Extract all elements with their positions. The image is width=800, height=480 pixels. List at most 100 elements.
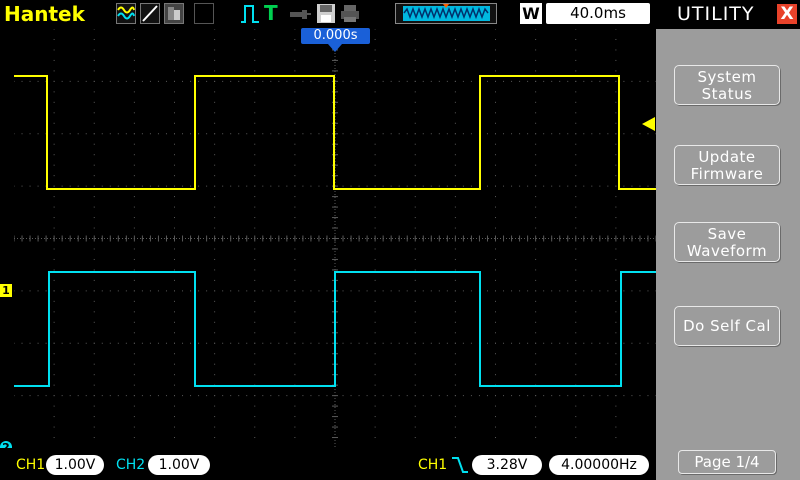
grid-dot <box>486 80 488 82</box>
grid-dot <box>454 28 456 30</box>
grid-dot <box>254 217 256 219</box>
grid-dot <box>615 248 617 250</box>
grid-dot <box>414 248 416 250</box>
grid-dot <box>486 395 488 397</box>
grid-dot <box>93 206 95 208</box>
grid-dot <box>294 217 296 219</box>
grid-dot <box>214 143 216 145</box>
grid-dot <box>270 133 272 135</box>
grid-dot <box>495 206 496 208</box>
close-icon[interactable]: X <box>777 4 797 24</box>
grid-dot <box>535 437 537 439</box>
memory-position-bar[interactable] <box>395 3 497 24</box>
trigger-level-value[interactable]: 3.28V <box>472 455 542 475</box>
grid-dot <box>414 49 416 51</box>
update-firmware-button[interactable]: Update Firmware <box>674 145 780 185</box>
trigger-level-marker[interactable] <box>642 117 655 131</box>
grid-dot <box>583 290 585 292</box>
grid-dot <box>615 185 617 187</box>
grid-dot <box>93 269 95 271</box>
grid-dot <box>631 342 633 344</box>
grid-dot <box>543 185 545 187</box>
grid-dot <box>495 59 496 61</box>
grid-dot <box>214 59 216 61</box>
grid-dot <box>575 321 577 323</box>
grid-dot <box>454 290 456 292</box>
grid-dot <box>278 133 280 135</box>
zoom-window-indicator[interactable]: W <box>520 3 542 24</box>
grid-dot <box>165 342 167 344</box>
grid-dot <box>631 80 633 82</box>
grid-dot <box>374 80 376 82</box>
grid-dot <box>53 70 55 72</box>
grid-dot <box>294 38 296 40</box>
grid-dot <box>495 175 496 177</box>
grid-dot <box>454 112 456 114</box>
grid-dot <box>214 258 216 260</box>
grid-dot <box>615 426 617 428</box>
grid-dot <box>93 70 95 72</box>
grid-dot <box>109 80 111 82</box>
grid-dot <box>254 227 256 229</box>
grid-dot <box>615 300 617 302</box>
grid-dot <box>631 395 633 397</box>
grid-dot <box>511 133 513 135</box>
grid-dot <box>374 28 376 30</box>
grid-dot <box>174 227 175 229</box>
waveform-display[interactable] <box>13 28 657 448</box>
page-button[interactable]: Page 1/4 <box>678 450 776 474</box>
grid-dot <box>109 185 111 187</box>
grid-dot <box>133 28 135 30</box>
grid-dot <box>294 80 296 82</box>
grid-dot <box>254 154 256 156</box>
grid-dot <box>230 185 232 187</box>
trigger-position-arrow[interactable] <box>328 44 342 52</box>
grid-dot <box>575 49 577 51</box>
grid-dot <box>639 185 641 187</box>
grid-dot <box>133 91 135 93</box>
grid-dot <box>374 112 376 114</box>
ch1-scale[interactable]: 1.00V <box>46 455 104 475</box>
grid-dot <box>567 133 569 135</box>
grid-dot <box>535 332 537 334</box>
grid-dot <box>495 91 496 93</box>
grid-dot <box>294 91 296 93</box>
system-status-button[interactable]: System Status <box>674 65 780 105</box>
grid-dot <box>583 395 585 397</box>
grid-dot <box>591 395 593 397</box>
grid-dot <box>254 321 256 323</box>
waveform-icon[interactable] <box>116 3 136 24</box>
grid-dot <box>117 133 119 135</box>
grid-dot <box>462 80 464 82</box>
grid-dot <box>37 395 39 397</box>
grid-dot <box>390 290 392 292</box>
grid-dot <box>414 164 416 166</box>
grid-dot <box>326 185 328 187</box>
grid-dot <box>117 290 119 292</box>
grid-dot <box>575 133 577 135</box>
grid-dot <box>294 405 296 407</box>
grid-dot <box>254 133 256 135</box>
self-cal-button[interactable]: Do Self Cal <box>674 306 780 346</box>
grid-dot <box>254 185 256 187</box>
save-waveform-button[interactable]: Save Waveform <box>674 222 780 262</box>
grid-dot <box>53 196 55 198</box>
grid-dot <box>615 143 617 145</box>
ch1-ground-marker[interactable]: 1 <box>0 284 12 297</box>
grid-dot <box>406 395 408 397</box>
ch2-scale[interactable]: 1.00V <box>148 455 210 475</box>
grid-dot <box>615 38 617 40</box>
grid-dot <box>133 196 135 198</box>
grid-dot <box>527 185 529 187</box>
grid-dot <box>174 91 175 93</box>
line-icon[interactable] <box>140 3 160 24</box>
grid-dot <box>149 290 151 292</box>
grid-dot <box>53 217 55 219</box>
grid-dot <box>615 269 617 271</box>
grid-dot <box>222 133 224 135</box>
grid-dot <box>454 91 456 93</box>
grid-dot <box>13 185 15 187</box>
grid-dot <box>551 395 553 397</box>
grid-dot <box>101 80 103 82</box>
persist-icon[interactable] <box>164 3 184 24</box>
